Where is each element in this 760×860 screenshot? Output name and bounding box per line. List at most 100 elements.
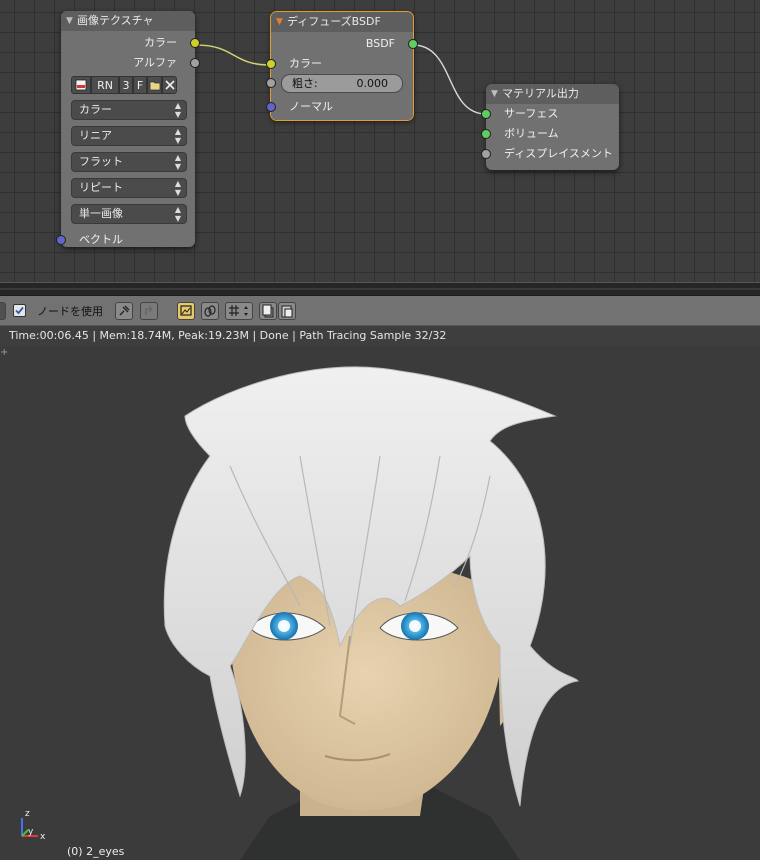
image-name-field[interactable]: RN — [91, 76, 119, 94]
close-icon — [164, 80, 175, 90]
socket-displacement-input[interactable] — [481, 149, 491, 159]
updown-arrows-icon: ▲ ▼ — [174, 179, 181, 197]
parent-arrow-icon — [145, 305, 153, 315]
link-color-shadow — [195, 44, 271, 66]
axis-z-label: z — [25, 809, 30, 819]
input-normal-label: ノーマル — [289, 100, 333, 113]
socket-normal-input[interactable] — [266, 102, 276, 112]
node-editor[interactable]: ▼ 画像テクスチャ カラー アルファ RN 3 F カラー ▲ ▼ リニア ▲ … — [0, 0, 760, 282]
snap-grid-icon — [229, 305, 248, 316]
splitter-grip — [0, 288, 760, 290]
source-dropdown[interactable]: 単一画像 ▲ ▼ — [71, 204, 187, 224]
socket-alpha-output[interactable] — [190, 58, 200, 68]
pin-button[interactable] — [115, 302, 133, 320]
node-title: ディフューズBSDF — [287, 15, 381, 28]
unlink-image-button[interactable] — [162, 76, 177, 94]
go-parent-button[interactable] — [140, 302, 158, 320]
input-vector: ベクトル — [56, 230, 195, 250]
image-selector: RN 3 F — [71, 76, 187, 94]
image-users-count[interactable]: 3 — [119, 76, 133, 94]
roughness-slider[interactable]: 粗さ: 0.000 — [281, 74, 403, 93]
socket-roughness-input[interactable] — [266, 78, 276, 88]
material-output-node[interactable]: ▼ マテリアル出力 サーフェス ボリューム ディスプレイスメント — [481, 84, 619, 170]
snap-dropdown[interactable] — [225, 302, 253, 320]
collapse-triangle-icon[interactable]: ▼ — [66, 11, 73, 31]
input-volume: ボリューム — [481, 124, 619, 144]
output-bsdf: BSDF — [271, 34, 418, 54]
roughness-value: 0.000 — [356, 77, 389, 90]
input-volume-label: ボリューム — [504, 127, 559, 140]
render-viewport[interactable]: Time:00:06.45 | Mem:18.74M, Peak:19.23M … — [0, 326, 760, 860]
image-backdrop-icon — [180, 305, 192, 316]
render-status-bar: Time:00:06.45 | Mem:18.74M, Peak:19.23M … — [0, 326, 760, 346]
updown-arrows-icon: ▲ ▼ — [174, 205, 181, 223]
fake-user-button[interactable]: F — [133, 76, 147, 94]
axis-gizmo: z y x — [21, 809, 46, 842]
updown-arrows-icon: ▲ ▼ — [174, 127, 181, 145]
auto-render-button[interactable] — [201, 302, 219, 320]
paste-nodes-button[interactable] — [278, 302, 296, 320]
input-color-label: カラー — [289, 57, 322, 70]
output-color-label: カラー — [144, 36, 177, 49]
input-normal: ノーマル — [266, 97, 413, 117]
collapse-triangle-icon[interactable]: ▼ — [491, 84, 498, 104]
node-header[interactable]: ▼ 画像テクスチャ — [61, 11, 195, 31]
axis-x-label: x — [40, 832, 46, 842]
backdrop-button[interactable] — [177, 302, 195, 320]
color-space-dropdown[interactable]: カラー ▲ ▼ — [71, 100, 187, 120]
socket-bsdf-output[interactable] — [408, 39, 418, 49]
output-alpha: アルファ — [61, 53, 200, 73]
image-browse-button[interactable] — [71, 76, 91, 94]
socket-vector-input[interactable] — [56, 235, 66, 245]
image-texture-node[interactable]: ▼ 画像テクスチャ カラー アルファ RN 3 F カラー ▲ ▼ リニア ▲ … — [56, 11, 200, 250]
copy-nodes-button[interactable] — [259, 302, 277, 320]
node-header[interactable]: ▼ ディフューズBSDF — [271, 12, 413, 32]
open-image-button[interactable] — [147, 76, 162, 94]
interpolation-dropdown[interactable]: リニア ▲ ▼ — [71, 126, 187, 146]
checkmark-icon — [15, 306, 24, 315]
image-icon — [75, 79, 87, 91]
area-splitter[interactable] — [0, 282, 760, 296]
link-icon — [204, 305, 216, 317]
dropdown-value: カラー — [79, 103, 112, 116]
updown-arrows-icon: ▲ ▼ — [174, 101, 181, 119]
use-nodes-label: ノードを使用 — [37, 305, 103, 318]
dropdown-value: 単一画像 — [79, 207, 123, 220]
dropdown-value: フラット — [79, 155, 123, 168]
node-header[interactable]: ▼ マテリアル出力 — [486, 84, 619, 104]
link-bsdf — [412, 44, 487, 115]
use-nodes-checkbox[interactable] — [13, 304, 26, 317]
extension-dropdown[interactable]: リピート ▲ ▼ — [71, 178, 187, 198]
dropdown-value: リニア — [79, 129, 112, 142]
node-title: マテリアル出力 — [502, 87, 579, 100]
axis-y-label: y — [28, 827, 34, 837]
folder-icon — [149, 81, 160, 91]
input-color: カラー — [266, 54, 413, 74]
roughness-label: 粗さ: — [292, 77, 318, 90]
projection-dropdown[interactable]: フラット ▲ ▼ — [71, 152, 187, 172]
output-bsdf-label: BSDF — [365, 37, 395, 50]
pin-icon — [119, 305, 130, 316]
node-title: 画像テクスチャ — [77, 14, 154, 27]
socket-color-input[interactable] — [266, 59, 276, 69]
node-editor-header: ノードを使用 — [0, 296, 760, 326]
paste-icon — [281, 305, 293, 318]
input-surface: サーフェス — [481, 104, 619, 124]
active-object-label: (0) 2_eyes — [67, 845, 125, 858]
diffuse-bsdf-node[interactable]: ▼ ディフューズBSDF BSDF カラー 粗さ: 0.000 ノーマル — [266, 11, 418, 121]
copy-icon — [262, 304, 274, 318]
input-displacement-label: ディスプレイスメント — [504, 147, 613, 160]
input-vector-label: ベクトル — [79, 233, 123, 246]
input-displacement: ディスプレイスメント — [481, 144, 619, 164]
editor-type-button[interactable] — [0, 302, 6, 320]
updown-arrows-icon: ▲ ▼ — [174, 153, 181, 171]
rendered-character-image — [163, 366, 579, 860]
socket-volume-input[interactable] — [481, 129, 491, 139]
socket-color-output[interactable] — [190, 38, 200, 48]
collapse-triangle-icon[interactable]: ▼ — [276, 12, 283, 32]
output-color: カラー — [61, 33, 200, 53]
input-surface-label: サーフェス — [504, 107, 559, 120]
socket-surface-input[interactable] — [481, 109, 491, 119]
output-alpha-label: アルファ — [133, 56, 177, 69]
dropdown-value: リピート — [79, 181, 123, 194]
